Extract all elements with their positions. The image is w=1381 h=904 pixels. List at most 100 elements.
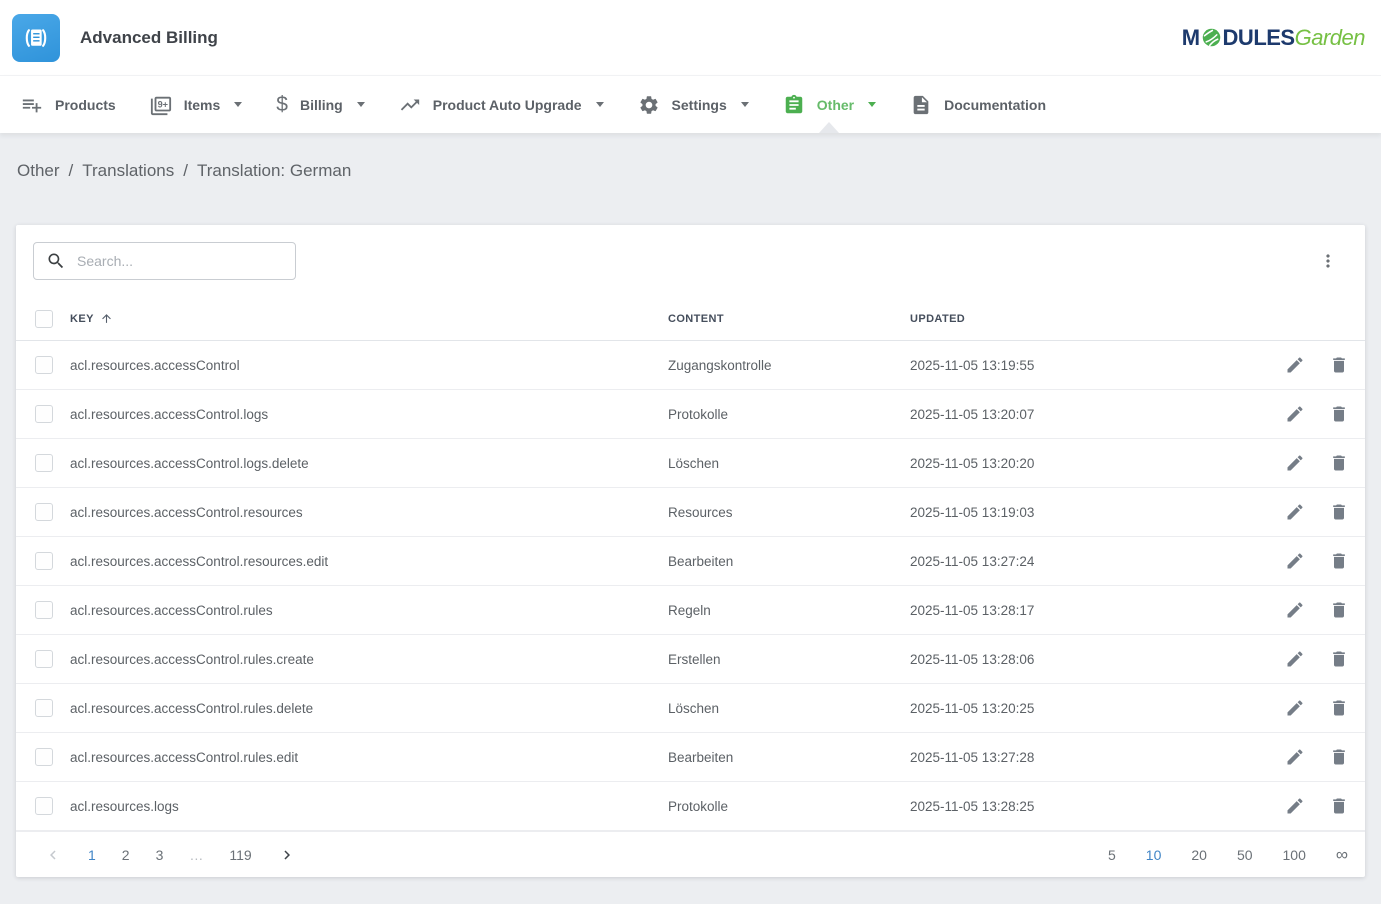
row-checkbox[interactable] bbox=[35, 601, 53, 619]
key-cell: acl.resources.accessControl.rules bbox=[70, 603, 668, 618]
column-header-updated[interactable]: UPDATED bbox=[910, 313, 1255, 325]
content-cell: Bearbeiten bbox=[668, 554, 910, 569]
key-cell: acl.resources.accessControl.logs.delete bbox=[70, 456, 668, 471]
brand-text-m: M bbox=[1182, 27, 1200, 49]
row-checkbox[interactable] bbox=[35, 797, 53, 815]
table-row: acl.resources.accessControl.rules.create… bbox=[16, 635, 1365, 684]
row-checkbox[interactable] bbox=[35, 650, 53, 668]
content-cell: Protokolle bbox=[668, 407, 910, 422]
delete-button[interactable] bbox=[1329, 355, 1349, 375]
edit-button[interactable] bbox=[1285, 404, 1305, 424]
table-row: acl.resources.accessControl.rules.delete… bbox=[16, 684, 1365, 733]
table-row: acl.resources.accessControl.logs Protoko… bbox=[16, 390, 1365, 439]
edit-button[interactable] bbox=[1285, 355, 1305, 375]
row-checkbox[interactable] bbox=[35, 356, 53, 374]
key-cell: acl.resources.accessControl.rules.delete bbox=[70, 701, 668, 716]
edit-button[interactable] bbox=[1285, 649, 1305, 669]
row-checkbox[interactable] bbox=[35, 552, 53, 570]
updated-cell: 2025-11-05 13:28:25 bbox=[910, 799, 1255, 814]
page-button-2[interactable]: 2 bbox=[122, 843, 130, 867]
dollar-icon: $ bbox=[276, 94, 288, 115]
key-cell: acl.resources.accessControl.rules.create bbox=[70, 652, 668, 667]
key-cell: acl.resources.accessControl.resources bbox=[70, 505, 668, 520]
breadcrumb-item-other[interactable]: Other bbox=[17, 161, 60, 181]
document-icon bbox=[910, 94, 932, 116]
next-page-button[interactable] bbox=[278, 842, 296, 868]
row-checkbox[interactable] bbox=[35, 699, 53, 717]
key-cell: acl.resources.accessControl bbox=[70, 358, 668, 373]
row-checkbox[interactable] bbox=[35, 405, 53, 423]
row-checkbox[interactable] bbox=[35, 454, 53, 472]
page-size-100[interactable]: 100 bbox=[1283, 843, 1306, 867]
breadcrumb-separator: / bbox=[69, 161, 74, 181]
page-size-10[interactable]: 10 bbox=[1146, 843, 1162, 867]
chevron-down-icon bbox=[234, 102, 242, 107]
column-header-content[interactable]: CONTENT bbox=[668, 313, 910, 325]
brand-text-garden: Garden bbox=[1295, 27, 1365, 49]
delete-button[interactable] bbox=[1329, 551, 1349, 571]
previous-page-button[interactable] bbox=[44, 842, 62, 868]
page-button-119[interactable]: 119 bbox=[229, 843, 251, 867]
breadcrumb-item-translations[interactable]: Translations bbox=[82, 161, 174, 181]
content-cell: Bearbeiten bbox=[668, 750, 910, 765]
delete-button[interactable] bbox=[1329, 698, 1349, 718]
updated-cell: 2025-11-05 13:20:07 bbox=[910, 407, 1255, 422]
page-size-50[interactable]: 50 bbox=[1237, 843, 1253, 867]
delete-button[interactable] bbox=[1329, 453, 1349, 473]
more-options-button[interactable] bbox=[1314, 247, 1342, 275]
edit-button[interactable] bbox=[1285, 502, 1305, 522]
delete-button[interactable] bbox=[1329, 796, 1349, 816]
app-logo-icon bbox=[12, 14, 60, 62]
content-cell: Zugangskontrolle bbox=[668, 358, 910, 373]
top-header: Advanced Billing M DULES Garden bbox=[0, 0, 1381, 75]
delete-button[interactable] bbox=[1329, 747, 1349, 767]
delete-button[interactable] bbox=[1329, 649, 1349, 669]
page-size-unlimited[interactable]: ∞ bbox=[1336, 841, 1348, 869]
delete-button[interactable] bbox=[1329, 600, 1349, 620]
sort-ascending-icon bbox=[100, 312, 113, 325]
nav-label: Billing bbox=[300, 97, 343, 113]
delete-button[interactable] bbox=[1329, 502, 1349, 522]
edit-button[interactable] bbox=[1285, 453, 1305, 473]
edit-button[interactable] bbox=[1285, 747, 1305, 767]
row-checkbox[interactable] bbox=[35, 503, 53, 521]
brand-text-dules: DULES bbox=[1223, 27, 1295, 49]
page-button-1[interactable]: 1 bbox=[88, 843, 96, 867]
edit-button[interactable] bbox=[1285, 796, 1305, 816]
select-all-checkbox[interactable] bbox=[35, 310, 53, 328]
edit-button[interactable] bbox=[1285, 600, 1305, 620]
nav-item-other[interactable]: Other bbox=[766, 76, 893, 133]
breadcrumb-item-current: Translation: German bbox=[197, 161, 351, 181]
edit-button[interactable] bbox=[1285, 551, 1305, 571]
page-size-20[interactable]: 20 bbox=[1191, 843, 1207, 867]
content-cell: Protokolle bbox=[668, 799, 910, 814]
delete-button[interactable] bbox=[1329, 404, 1349, 424]
nav-label: Items bbox=[184, 97, 221, 113]
nav-item-billing[interactable]: $ Billing bbox=[259, 76, 381, 133]
nav-item-product-auto-upgrade[interactable]: Product Auto Upgrade bbox=[382, 76, 621, 133]
page-ellipsis: … bbox=[189, 843, 203, 867]
row-checkbox[interactable] bbox=[35, 748, 53, 766]
chevron-down-icon bbox=[357, 102, 365, 107]
nav-label: Product Auto Upgrade bbox=[433, 97, 582, 113]
edit-button[interactable] bbox=[1285, 698, 1305, 718]
search-input[interactable] bbox=[77, 253, 283, 269]
nav-item-settings[interactable]: Settings bbox=[621, 76, 766, 133]
column-header-key[interactable]: KEY bbox=[70, 312, 668, 325]
globe-icon bbox=[1201, 27, 1222, 48]
nav-item-documentation[interactable]: Documentation bbox=[893, 76, 1063, 133]
chevron-down-icon bbox=[868, 102, 876, 107]
content-cell: Regeln bbox=[668, 603, 910, 618]
updated-cell: 2025-11-05 13:19:55 bbox=[910, 358, 1255, 373]
nav-item-items[interactable]: 9+ Items bbox=[133, 76, 260, 133]
page-button-3[interactable]: 3 bbox=[156, 843, 164, 867]
key-cell: acl.resources.accessControl.rules.edit bbox=[70, 750, 668, 765]
search-icon bbox=[46, 251, 66, 271]
playlist-add-icon bbox=[21, 94, 43, 116]
page-size-5[interactable]: 5 bbox=[1108, 843, 1116, 867]
updated-cell: 2025-11-05 13:28:17 bbox=[910, 603, 1255, 618]
nav-item-products[interactable]: Products bbox=[4, 76, 133, 133]
table-header-row: KEY CONTENT UPDATED bbox=[16, 297, 1365, 341]
updated-cell: 2025-11-05 13:27:24 bbox=[910, 554, 1255, 569]
trending-up-icon bbox=[399, 94, 421, 116]
